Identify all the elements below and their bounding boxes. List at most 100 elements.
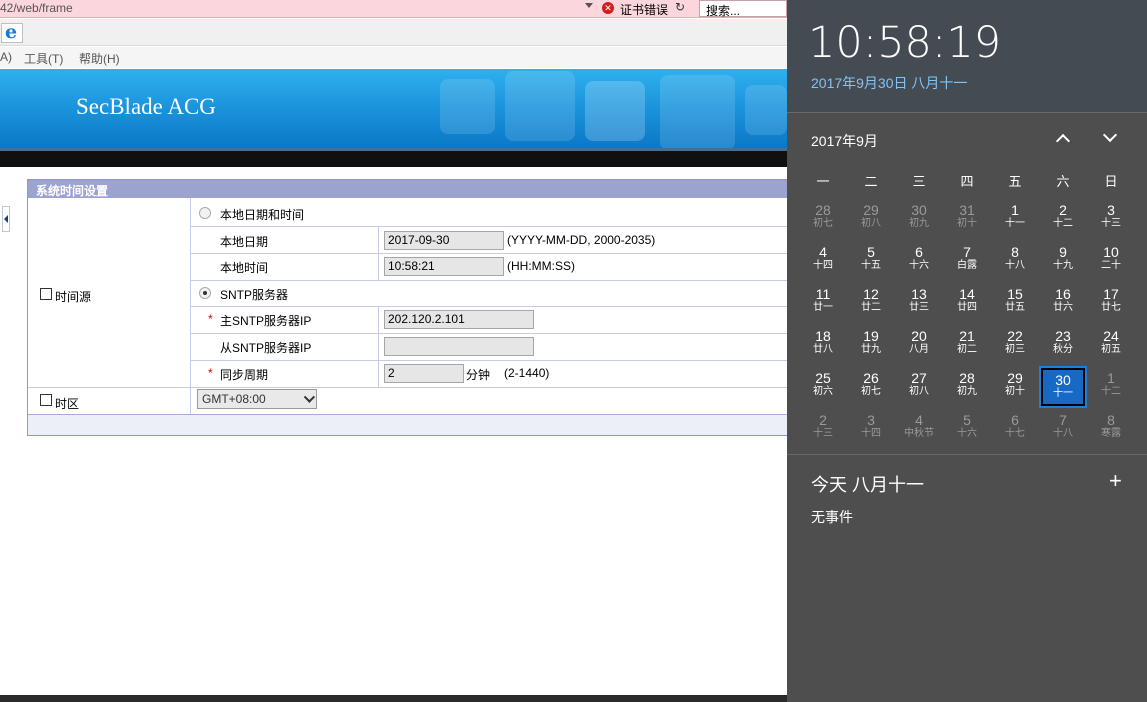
calendar-day[interactable]: 12 廿二 <box>849 284 893 322</box>
menu-item-tools[interactable]: 工具(T) <box>24 50 63 67</box>
menu-item-view[interactable]: A) <box>0 50 12 64</box>
calendar-day[interactable]: 17 廿七 <box>1089 284 1133 322</box>
lunar-date: 初九 <box>909 218 929 229</box>
calendar-day[interactable]: 31 初十 <box>945 200 989 238</box>
chevron-down-icon[interactable] <box>585 3 593 8</box>
calendar-day[interactable]: 28 初九 <box>945 368 989 406</box>
lunar-date: 二十 <box>1101 260 1121 271</box>
calendar-day[interactable]: 2 十三 <box>801 410 845 448</box>
today-heading: 今天 八月十一 <box>811 475 925 495</box>
taskbar-strip <box>0 695 787 702</box>
sntp-radio[interactable] <box>199 287 211 299</box>
local-date-field[interactable]: 2017-09-30 <box>384 231 504 250</box>
calendar-day[interactable]: 3 十三 <box>1089 200 1133 238</box>
local-time-radio[interactable] <box>199 207 211 219</box>
calendar-day[interactable]: 13 廿三 <box>897 284 941 322</box>
calendar-day[interactable]: 6 十七 <box>993 410 1037 448</box>
calendar-day[interactable]: 18 廿八 <box>801 326 845 364</box>
calendar-day[interactable]: 14 廿四 <box>945 284 989 322</box>
required-mark: * <box>208 366 213 380</box>
calendar-day[interactable]: 5 十五 <box>849 242 893 280</box>
timezone-checkbox[interactable] <box>40 394 52 406</box>
previous-month-icon[interactable] <box>1055 133 1071 149</box>
calendar-day[interactable]: 28 初七 <box>801 200 845 238</box>
month-label[interactable]: 2017年9月 <box>811 131 878 151</box>
calendar-day[interactable]: 25 初六 <box>801 368 845 406</box>
address-bar[interactable]: 42/web/frame ✕ 证书错误 ↻ <box>0 0 787 18</box>
day-number: 1 <box>1011 202 1019 218</box>
primary-sntp-ip-field[interactable]: 202.120.2.101 <box>384 310 534 329</box>
calendar-day[interactable]: 8 十八 <box>993 242 1037 280</box>
collapse-sidebar-handle[interactable] <box>2 206 10 232</box>
day-number: 6 <box>915 244 923 260</box>
lunar-date: 初五 <box>1101 344 1121 355</box>
local-time-option-label: 本地日期和时间 <box>220 208 305 222</box>
calendar-day[interactable]: 4 中秋节 <box>897 410 941 448</box>
calendar-day[interactable]: 29 初十 <box>993 368 1037 406</box>
calendar-day[interactable]: 26 初七 <box>849 368 893 406</box>
calendar-day[interactable]: 7 白露 <box>945 242 989 280</box>
calendar-day[interactable]: 22 初三 <box>993 326 1037 364</box>
day-number: 18 <box>815 328 831 344</box>
day-number: 19 <box>863 328 879 344</box>
menu-bar: A) 工具(T) 帮助(H) <box>0 47 787 68</box>
secondary-sntp-ip-field[interactable] <box>384 337 534 356</box>
browser-tab[interactable]: e <box>1 21 23 43</box>
day-number: 28 <box>959 370 975 386</box>
system-time-panel: 系统时间设置 时间源 本地日期和时间 本地日期 2017-09-30 (YYYY… <box>27 179 789 436</box>
calendar-day[interactable]: 30 初九 <box>897 200 941 238</box>
calendar-day[interactable]: 27 初八 <box>897 368 941 406</box>
sync-period-field[interactable]: 2 <box>384 364 464 383</box>
address-url[interactable]: 42/web/frame <box>0 1 73 15</box>
timezone-select[interactable]: GMT+08:00 <box>197 389 317 409</box>
local-time-label: 本地时间 <box>220 261 269 275</box>
calendar-day[interactable]: 16 廿六 <box>1041 284 1085 322</box>
time-source-checkbox[interactable] <box>40 288 52 300</box>
add-event-icon[interactable]: + <box>1109 468 1122 494</box>
primary-sntp-ip-label: 主SNTP服务器IP <box>220 314 312 328</box>
day-number: 7 <box>1059 412 1067 428</box>
calendar-day-today[interactable]: 30 十一 <box>1039 366 1087 408</box>
clock-date-link[interactable]: 2017年9月30日 八月十一 <box>811 73 967 93</box>
lunar-date: 初二 <box>957 344 977 355</box>
day-number: 26 <box>863 370 879 386</box>
next-month-icon[interactable] <box>1102 127 1118 143</box>
calendar-day[interactable]: 20 八月 <box>897 326 941 364</box>
calendar-day[interactable]: 6 十六 <box>897 242 941 280</box>
search-input[interactable]: 搜索... <box>699 0 787 18</box>
calendar-day[interactable]: 29 初八 <box>849 200 893 238</box>
cert-error-icon[interactable]: ✕ <box>602 2 614 14</box>
calendar-day[interactable]: 3 十四 <box>849 410 893 448</box>
lunar-date: 廿八 <box>813 344 833 355</box>
calendar-day[interactable]: 1 十二 <box>1089 368 1133 406</box>
calendar-day[interactable]: 15 廿五 <box>993 284 1037 322</box>
day-number: 21 <box>959 328 975 344</box>
calendar-day[interactable]: 19 廿九 <box>849 326 893 364</box>
calendar-day[interactable]: 10 二十 <box>1089 242 1133 280</box>
day-number: 20 <box>911 328 927 344</box>
lunar-date: 廿六 <box>1053 302 1073 313</box>
calendar-day[interactable]: 2 十二 <box>1041 200 1085 238</box>
lunar-date: 初八 <box>861 218 881 229</box>
day-number: 30 <box>1055 372 1071 388</box>
timezone-label: 时区 <box>55 397 80 411</box>
calendar-day[interactable]: 7 十八 <box>1041 410 1085 448</box>
lunar-date: 秋分 <box>1053 344 1073 355</box>
calendar-day[interactable]: 23 秋分 <box>1041 326 1085 364</box>
sntp-option-label: SNTP服务器 <box>220 288 289 302</box>
clock-time: 10:58:19 <box>808 18 1002 68</box>
refresh-icon[interactable]: ↻ <box>675 0 685 14</box>
calendar-day[interactable]: 9 十九 <box>1041 242 1085 280</box>
menu-item-help[interactable]: 帮助(H) <box>79 50 120 67</box>
calendar-day[interactable]: 8 寒露 <box>1089 410 1133 448</box>
cert-error-label[interactable]: 证书错误 <box>620 1 668 18</box>
calendar-day[interactable]: 21 初二 <box>945 326 989 364</box>
lunar-date: 初三 <box>1005 344 1025 355</box>
day-number: 5 <box>867 244 875 260</box>
calendar-day[interactable]: 4 十四 <box>801 242 845 280</box>
calendar-day[interactable]: 1 十一 <box>993 200 1037 238</box>
calendar-day[interactable]: 5 十六 <box>945 410 989 448</box>
local-time-field[interactable]: 10:58:21 <box>384 257 504 276</box>
calendar-day[interactable]: 11 廿一 <box>801 284 845 322</box>
calendar-day[interactable]: 24 初五 <box>1089 326 1133 364</box>
